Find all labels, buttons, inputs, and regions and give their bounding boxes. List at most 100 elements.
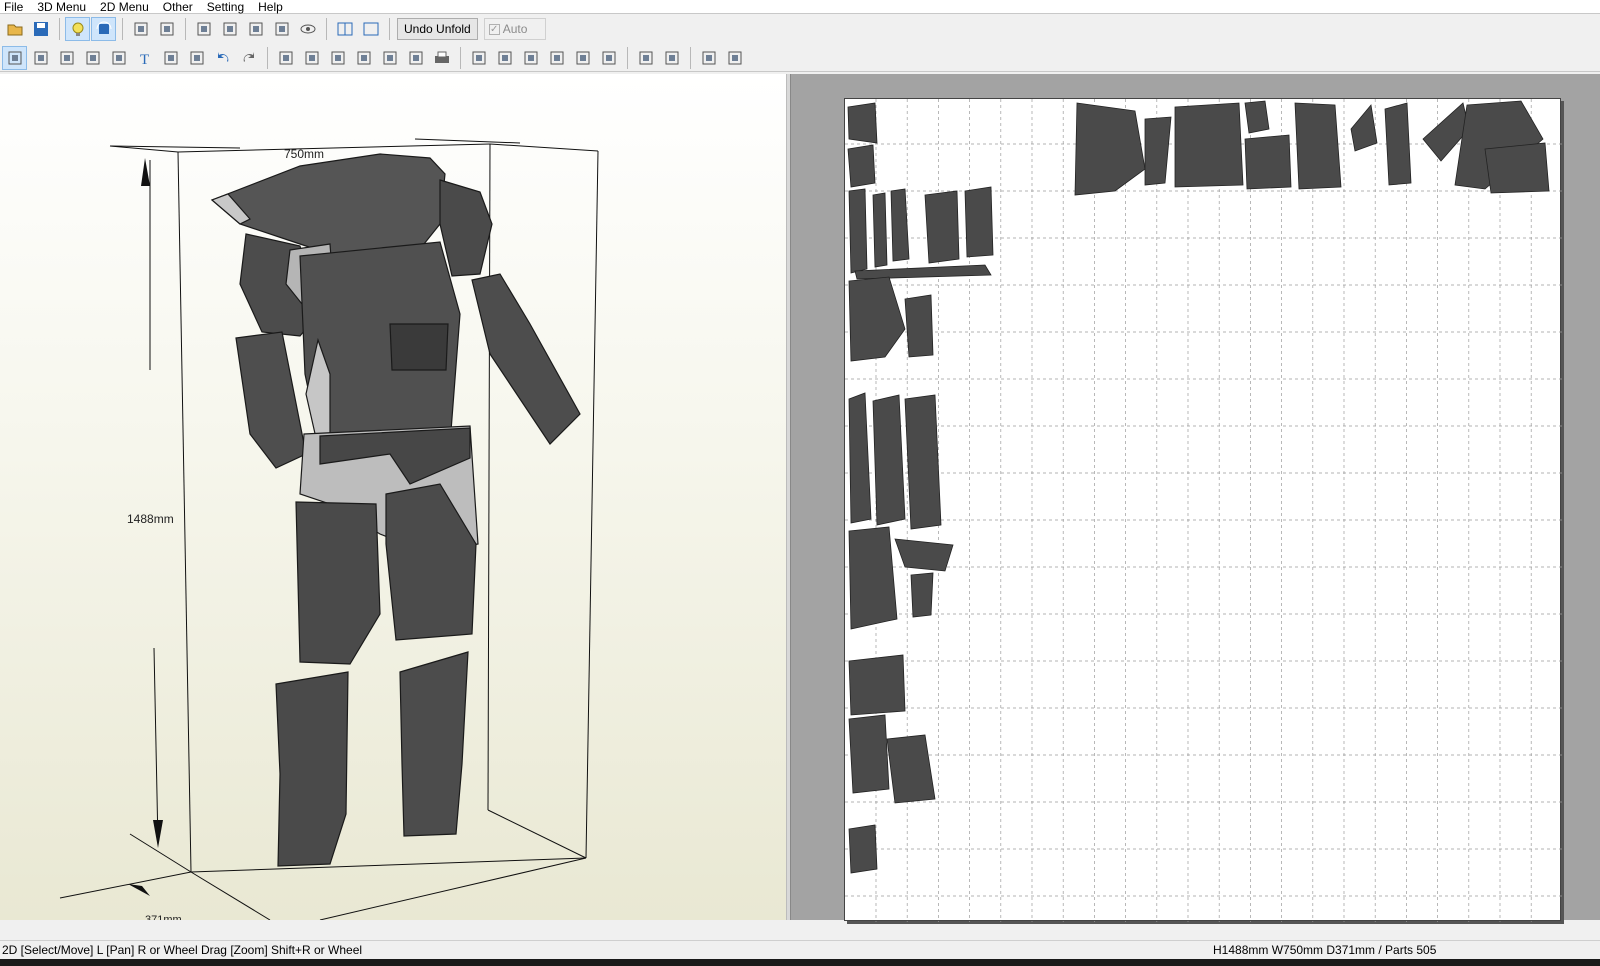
undo-unfold-button[interactable]: Undo Unfold	[397, 18, 478, 40]
unfolded-part[interactable]	[1350, 104, 1378, 152]
save-button[interactable]	[28, 17, 53, 41]
unfolded-part[interactable]	[910, 572, 934, 618]
unfolded-part[interactable]	[894, 538, 954, 572]
unfolded-part[interactable]	[886, 734, 936, 804]
scatter-button[interactable]	[722, 46, 747, 70]
sheet-canvas[interactable]	[845, 99, 1562, 922]
rotate-icon	[34, 51, 47, 64]
align-top-icon	[550, 51, 563, 64]
taskbar-edge	[0, 959, 1600, 966]
unfolded-part[interactable]	[904, 394, 942, 530]
status-hint: 2D [Select/Move] L [Pan] R or Wheel Drag…	[2, 943, 363, 957]
undo-button[interactable]	[210, 46, 235, 70]
unfolded-part[interactable]	[1074, 102, 1146, 196]
cube-shade-button[interactable]	[128, 17, 153, 41]
image-button[interactable]	[158, 46, 183, 70]
print-icon	[434, 51, 449, 63]
capture-button[interactable]	[403, 46, 428, 70]
zoom-fit-button[interactable]	[299, 46, 324, 70]
menu-3d-menu[interactable]: 3D Menu	[30, 0, 93, 14]
grid-icon	[331, 51, 344, 64]
join-button[interactable]	[54, 46, 79, 70]
edge-icon	[86, 51, 99, 64]
unfolded-part[interactable]	[848, 714, 890, 794]
select-move-button[interactable]	[2, 45, 27, 70]
unfolded-part[interactable]	[924, 190, 960, 264]
unfolded-part[interactable]	[847, 102, 878, 144]
box-icon	[190, 51, 203, 64]
status-bar: 2D [Select/Move] L [Pan] R or Wheel Drag…	[0, 940, 1600, 959]
3d-view-panel[interactable]: 750mm 1488mm 371mm	[0, 74, 786, 920]
fit-page-icon	[702, 51, 715, 64]
toolbar-separator	[185, 18, 186, 40]
unfolded-part[interactable]	[848, 392, 872, 524]
eye-icon	[300, 24, 315, 34]
unfolded-part[interactable]	[1244, 100, 1270, 134]
align-right-button[interactable]	[518, 46, 543, 70]
svg-text:T: T	[140, 52, 149, 67]
unfolded-part[interactable]	[1244, 134, 1292, 190]
flip-h-button[interactable]	[633, 46, 658, 70]
toolbar-separator	[389, 18, 390, 40]
align-top-button[interactable]	[544, 46, 569, 70]
open-button[interactable]	[2, 17, 27, 41]
grid-button[interactable]	[325, 46, 350, 70]
unfolded-part[interactable]	[1484, 142, 1550, 194]
cylinder-button[interactable]	[217, 17, 242, 41]
menu-help[interactable]: Help	[251, 0, 290, 14]
unfolded-part[interactable]	[848, 276, 906, 362]
cube-edge-button[interactable]	[154, 17, 179, 41]
save-icon	[33, 22, 48, 36]
auto-checkbox[interactable]: ✓ Auto	[483, 18, 546, 40]
rotate-view-button[interactable]	[91, 17, 116, 41]
unfolded-part[interactable]	[848, 824, 878, 874]
rotate-button[interactable]	[28, 46, 53, 70]
toolbar-separator	[627, 46, 628, 69]
text-button[interactable]: T	[132, 46, 157, 70]
redo-button[interactable]	[236, 46, 261, 70]
unfolded-part[interactable]	[1174, 102, 1244, 188]
single-view-button[interactable]	[358, 17, 383, 41]
unfolded-part[interactable]	[1294, 102, 1342, 190]
page-export-button[interactable]	[377, 46, 402, 70]
menu-setting[interactable]: Setting	[200, 0, 251, 14]
axis-button[interactable]	[243, 17, 268, 41]
fold-line-button[interactable]	[106, 46, 131, 70]
toolbar-separator	[267, 46, 268, 69]
book-button[interactable]	[273, 46, 298, 70]
edge-button[interactable]	[80, 46, 105, 70]
armor-model	[210, 153, 581, 867]
unfolded-part[interactable]	[848, 526, 898, 630]
menu-other[interactable]: Other	[156, 0, 200, 14]
box-button[interactable]	[184, 46, 209, 70]
print-button[interactable]	[429, 46, 454, 70]
align-left-button[interactable]	[466, 46, 491, 70]
unfolded-part[interactable]	[904, 294, 934, 358]
unfolded-part[interactable]	[848, 654, 906, 716]
align-middle-button[interactable]	[570, 46, 595, 70]
columns-button[interactable]	[269, 17, 294, 41]
flip-v-button[interactable]	[659, 46, 684, 70]
fit-page-button[interactable]	[696, 46, 721, 70]
page-button[interactable]	[351, 46, 376, 70]
eye-button[interactable]	[295, 17, 320, 41]
unfolded-part[interactable]	[848, 188, 868, 274]
unfolded-part[interactable]	[872, 192, 888, 268]
unfolded-part[interactable]	[1144, 116, 1172, 186]
align-center-button[interactable]	[492, 46, 517, 70]
unfolded-part[interactable]	[872, 394, 906, 526]
paint-button[interactable]	[191, 17, 216, 41]
align-bottom-button[interactable]	[596, 46, 621, 70]
rotate-view-icon	[96, 21, 111, 34]
lightbulb-button[interactable]	[65, 17, 90, 41]
menu-2d-menu[interactable]: 2D Menu	[93, 0, 156, 14]
3d-model-canvas[interactable]	[0, 74, 786, 920]
unfolded-part[interactable]	[890, 188, 910, 262]
menu-file[interactable]: File	[0, 0, 30, 14]
unfold-sheet[interactable]	[844, 98, 1562, 922]
unfolded-part[interactable]	[847, 144, 876, 188]
unfolded-part[interactable]	[1384, 102, 1412, 186]
cylinder-icon	[223, 22, 236, 36]
unfolded-part[interactable]	[964, 186, 994, 258]
split-view-button[interactable]	[332, 17, 357, 41]
